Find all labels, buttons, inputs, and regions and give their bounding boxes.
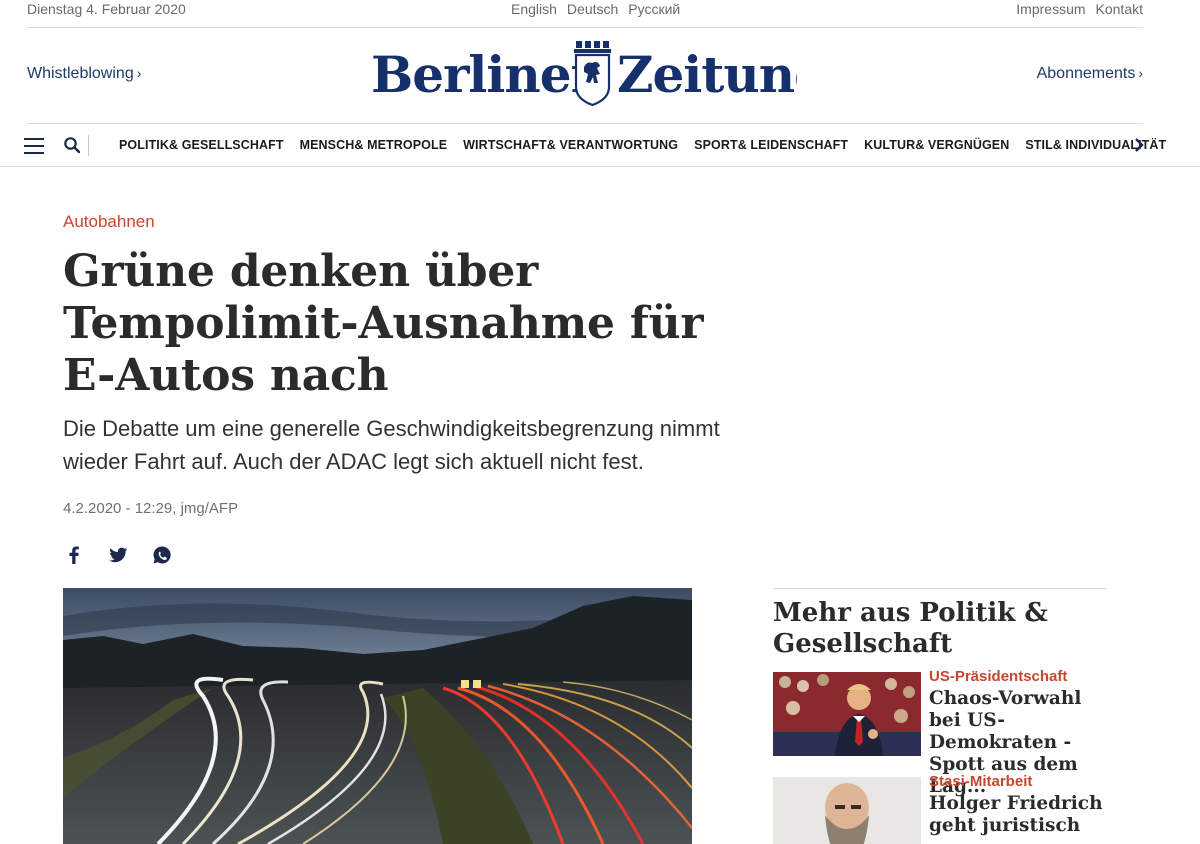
share-bar — [63, 544, 173, 566]
masthead: Whistleblowing› Berliner Zeitung Abonnem… — [27, 28, 1143, 124]
chevron-right-icon: › — [1138, 65, 1143, 81]
related-sidebar: Mehr aus Politik & Gesellschaft — [773, 588, 1107, 660]
related-article-card[interactable]: Stasi-Mitarbeit Holger Friedrich geht ju… — [773, 773, 1107, 844]
abonnements-label: Abonnements — [1036, 65, 1136, 82]
whistleblowing-link[interactable]: Whistleblowing › — [27, 65, 141, 83]
related-article-title: Holger Friedrich geht juristisch — [929, 793, 1103, 836]
svg-text:Zeitung: Zeitung — [617, 45, 797, 104]
nav-item-mensch[interactable]: MENSCH& METROPOLE — [300, 138, 448, 152]
related-article-kicker: US-Präsidentschaft — [929, 668, 1068, 685]
language-switcher: English Deutsch Русский — [511, 1, 680, 17]
sidebar-title: Mehr aus Politik & Gesellschaft — [773, 598, 1048, 659]
article-hero-image — [63, 588, 692, 844]
abonnements-link[interactable]: Abonnements › — [1037, 65, 1143, 83]
chevron-right-icon: › — [136, 65, 142, 81]
current-date: Dienstag 4. Februar 2020 — [27, 1, 186, 17]
utility-links: Impressum Kontakt — [1016, 1, 1143, 17]
language-link-deutsch[interactable]: Deutsch — [567, 1, 618, 17]
impressum-link[interactable]: Impressum — [1016, 1, 1085, 17]
facebook-icon[interactable] — [63, 544, 85, 566]
nav-item-kultur[interactable]: KULTUR& VERGNÜGEN — [864, 138, 1009, 152]
utility-bar: Dienstag 4. Februar 2020 English Deutsch… — [27, 0, 1143, 28]
nav-item-politik[interactable]: POLITIK& GESELLSCHAFT — [119, 138, 284, 152]
related-article-thumbnail — [773, 672, 921, 756]
language-link-english[interactable]: English — [511, 1, 557, 17]
section-menu: POLITIK& GESELLSCHAFT MENSCH& METROPOLE … — [119, 138, 1166, 152]
twitter-icon[interactable] — [107, 544, 129, 566]
svg-text:Berliner: Berliner — [371, 45, 598, 104]
nav-item-wirtschaft[interactable]: WIRTSCHAFT& VERANTWORTUNG — [463, 138, 678, 152]
related-article-thumbnail — [773, 777, 921, 844]
whatsapp-icon[interactable] — [151, 544, 173, 566]
search-icon[interactable] — [63, 136, 81, 154]
article-teaser: Die Debatte um eine generelle Geschwindi… — [63, 416, 720, 474]
site-logo[interactable]: Berliner Zeitung — [371, 38, 829, 110]
menu-icon[interactable] — [24, 138, 44, 154]
nav-next-icon[interactable] — [1132, 136, 1146, 154]
nav-divider — [88, 135, 89, 156]
related-article-card[interactable]: US-Präsidentschaft Chaos-Vorwahl bei US-… — [773, 668, 1107, 797]
kontakt-link[interactable]: Kontakt — [1096, 1, 1143, 17]
language-link-russian[interactable]: Русский — [628, 1, 680, 17]
nav-item-sport[interactable]: SPORT& LEIDENSCHAFT — [694, 138, 848, 152]
article-meta: 4.2.2020 - 12:29, jmg/AFP — [63, 500, 239, 517]
main-navigation: POLITIK& GESELLSCHAFT MENSCH& METROPOLE … — [0, 124, 1200, 167]
whistleblowing-label: Whistleblowing — [27, 65, 134, 82]
related-article-kicker: Stasi-Mitarbeit — [929, 773, 1033, 790]
article-headline: Grüne denken über Tempolimit-Ausnahme fü… — [63, 246, 704, 401]
article-kicker[interactable]: Autobahnen — [63, 212, 155, 232]
